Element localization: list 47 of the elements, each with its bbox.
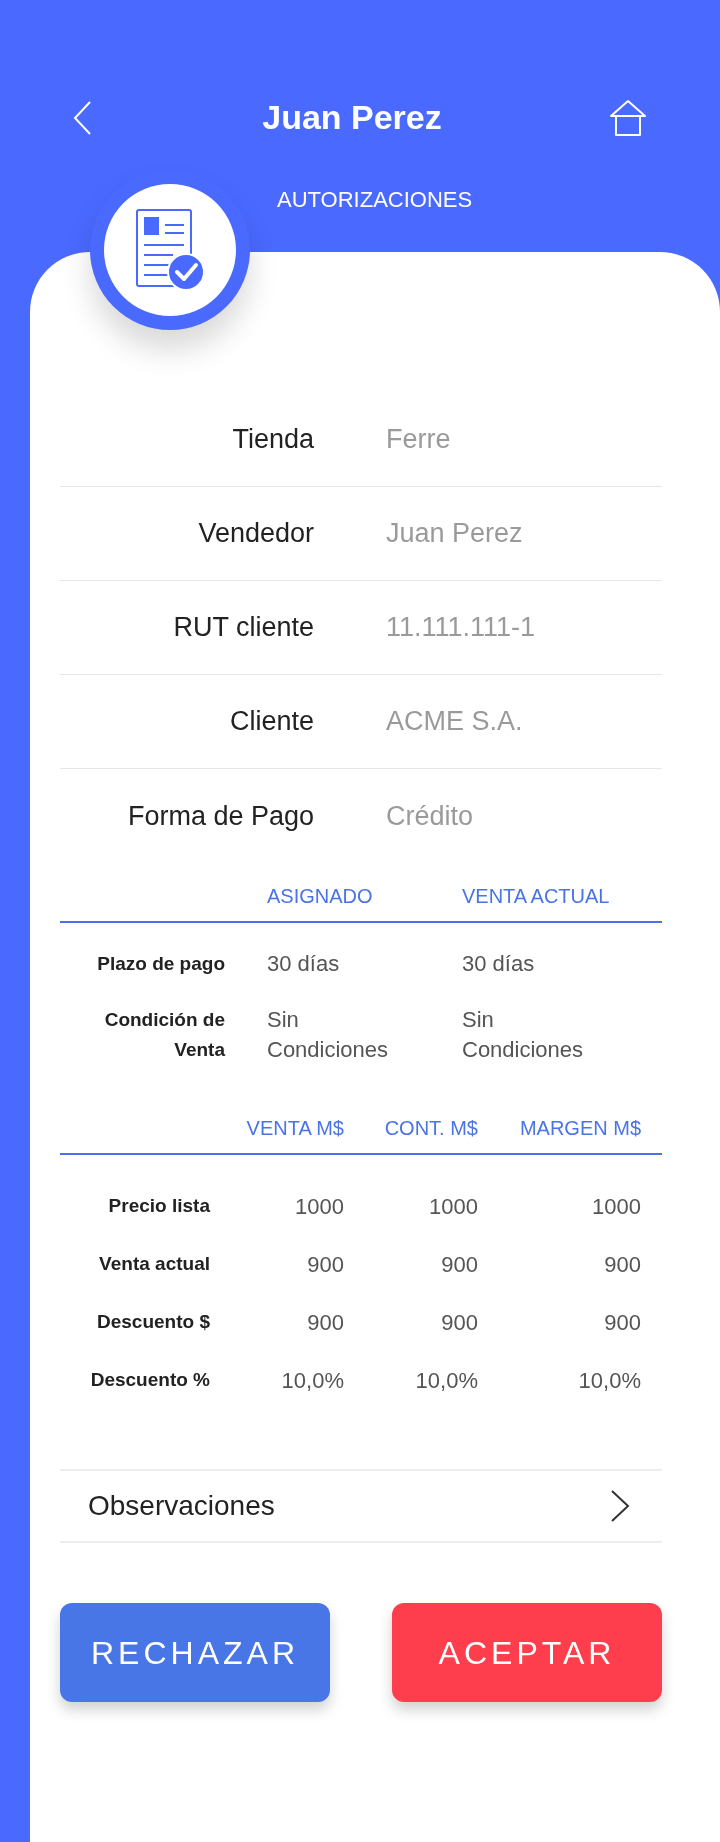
home-icon	[609, 98, 647, 137]
column-header: VENTA ACTUAL	[462, 884, 611, 909]
table-cell-text: 1000	[428, 1192, 478, 1221]
home-button[interactable]	[608, 97, 648, 138]
field-value: Crédito	[386, 799, 474, 833]
table-cell-text: Sin Condiciones	[267, 1006, 390, 1064]
table-cell-text: 10,0%	[414, 1366, 478, 1395]
column-header: VENTA M$	[245, 1116, 344, 1141]
table-cell-text: 10,0%	[280, 1366, 344, 1395]
column-header: CONT. M$	[383, 1116, 478, 1141]
row-label: Venta actual	[98, 1251, 210, 1276]
accept-button[interactable]: ACEPTAR	[392, 1603, 662, 1702]
section-title: AUTORIZACIONES	[277, 187, 473, 212]
page-title: Juan Perez	[262, 97, 442, 138]
chevron-right-icon	[610, 1489, 630, 1523]
row-label: Descuento %	[89, 1367, 210, 1392]
table-cell-text: 900	[440, 1250, 478, 1279]
table-cell-text: 10,0%	[577, 1366, 641, 1395]
table-cell-text: 900	[306, 1250, 344, 1279]
table-cell-text: 900	[306, 1308, 344, 1337]
table-cell-text: Sin Condiciones	[462, 1006, 585, 1064]
field-value: Juan Perez	[386, 517, 523, 551]
reject-button[interactable]: RECHAZAR	[60, 1603, 330, 1702]
observations-row[interactable]: Observaciones	[60, 1469, 662, 1543]
field-label: Forma de Pago	[126, 799, 314, 833]
table-cell-text: 900	[603, 1250, 641, 1279]
document-check-icon	[135, 208, 205, 292]
table-cell-text: 1000	[294, 1192, 344, 1221]
table-cell-text: 1000	[591, 1192, 641, 1221]
row-label: Descuento $	[96, 1309, 210, 1334]
field-label: RUT cliente	[172, 611, 314, 645]
row-label: Precio lista	[107, 1193, 210, 1218]
column-header: MARGEN M$	[518, 1116, 641, 1141]
table-cell-text: 900	[603, 1308, 641, 1337]
field-value: 11.111.111-1	[386, 611, 536, 645]
field-label: Tienda	[231, 423, 314, 457]
back-icon	[72, 99, 92, 136]
field-label: Cliente	[228, 705, 314, 739]
table-cell-text: 30 días	[267, 950, 341, 978]
row-label: Condición de Venta	[103, 1008, 225, 1062]
table-cell-text: 30 días	[462, 950, 536, 978]
column-header: ASIGNADO	[267, 884, 374, 909]
field-value: ACME S.A.	[386, 705, 523, 739]
field-label: Vendedor	[197, 517, 314, 551]
row-label: Plazo de pago	[96, 952, 225, 976]
table-cell-text: 900	[440, 1308, 478, 1337]
field-value: Ferre	[386, 423, 451, 457]
